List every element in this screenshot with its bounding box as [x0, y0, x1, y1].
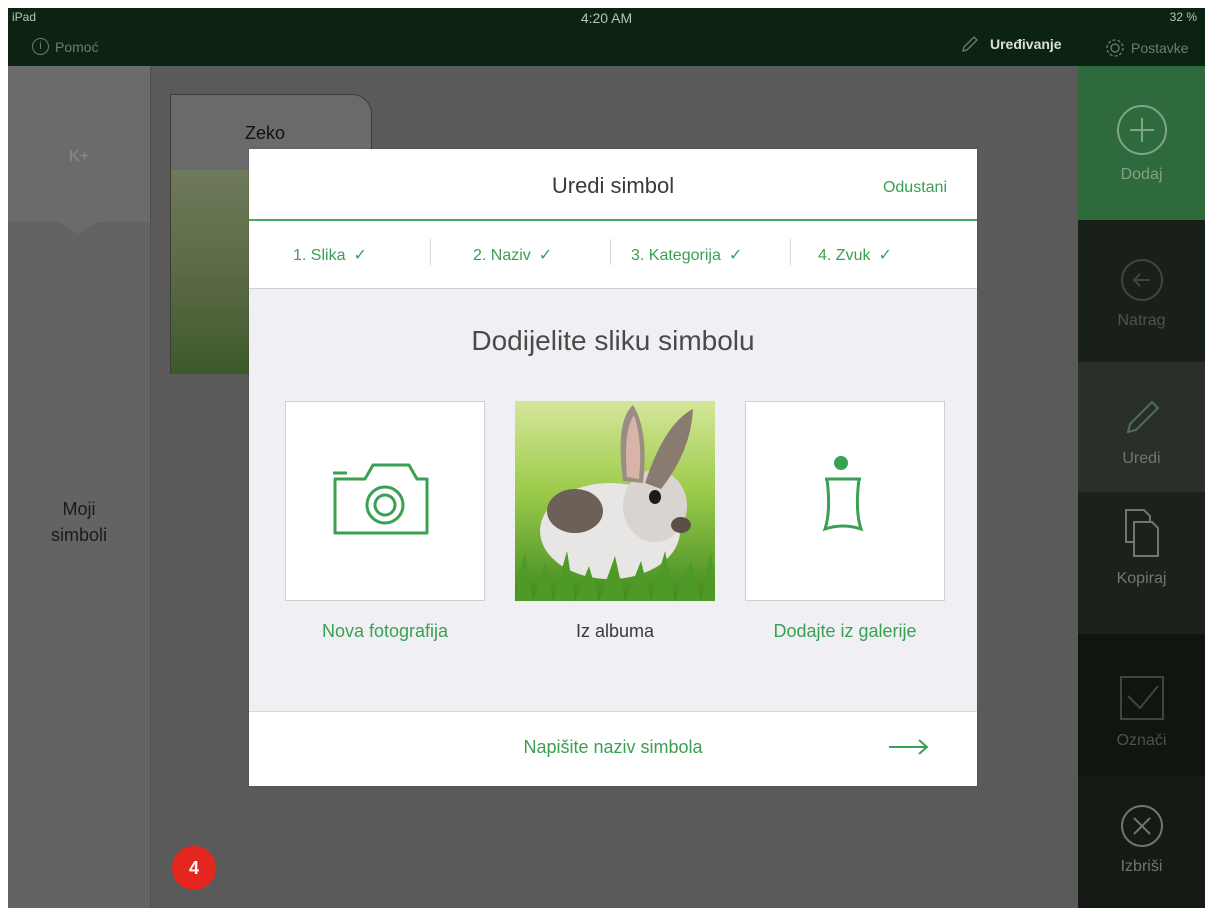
- copy-icon: [1124, 509, 1159, 557]
- action-toolbar: Dodaj Natrag Uredi Kopiraj Označi Izbriš…: [1078, 66, 1205, 908]
- checkmark-icon: ✓: [878, 247, 892, 264]
- plus-circle-icon: [1116, 105, 1167, 155]
- delete-label: Izbriši: [1120, 858, 1163, 875]
- edit-mode-label: Uređivanje: [990, 36, 1062, 52]
- new-photo-label[interactable]: Nova fotografija: [255, 621, 515, 642]
- tab-image[interactable]: 1. Slika ✓: [293, 245, 367, 265]
- step-tabs: 1. Slika ✓ 2. Naziv ✓ 3. Kategorija ✓ 4. Zv…: [249, 221, 977, 289]
- back-label: Natrag: [1117, 312, 1166, 329]
- add-button[interactable]: Dodaj: [1078, 66, 1205, 220]
- gallery-symbol-icon: [822, 456, 864, 532]
- tab-name-label: 2. Naziv: [473, 247, 531, 264]
- next-step-label: Napišite naziv simbola: [523, 737, 703, 757]
- tab-divider: [430, 239, 431, 265]
- battery-level: 32 %: [1169, 10, 1197, 24]
- gallery-label[interactable]: Dodajte iz galerije: [715, 621, 975, 642]
- select-label: Označi: [1116, 732, 1167, 749]
- new-photo-option[interactable]: [285, 401, 485, 601]
- delete-button[interactable]: Izbriši: [1078, 776, 1205, 908]
- cancel-button[interactable]: Odustani: [883, 179, 947, 197]
- arrow-right-icon: [889, 739, 929, 755]
- tab-name[interactable]: 2. Naziv ✓: [473, 245, 552, 265]
- help-label: Pomoć: [55, 38, 99, 55]
- tab-sound[interactable]: 4. Zvuk ✓: [818, 245, 892, 265]
- checkmark-icon: ✓: [538, 247, 553, 264]
- clock: 4:20 AM: [580, 10, 633, 26]
- info-icon: i: [32, 38, 49, 55]
- sidebar-divider: [150, 66, 151, 908]
- gallery-option[interactable]: [745, 401, 945, 601]
- album-label[interactable]: Iz albuma: [485, 621, 745, 642]
- tab-divider: [790, 239, 791, 265]
- help-button[interactable]: i Pomoć: [32, 38, 99, 55]
- dialog-header: Uredi simbol Odustani: [249, 149, 977, 221]
- edit-symbol-dialog: Uredi simbol Odustani 1. Slika ✓ 2. Naziv…: [249, 149, 977, 786]
- copy-label: Kopiraj: [1116, 570, 1167, 587]
- checkbox-icon: [1119, 676, 1164, 720]
- checkmark-icon: ✓: [728, 247, 743, 264]
- category-sidebar: K+ Moji simboli: [8, 66, 150, 908]
- tab-category[interactable]: 3. Kategorija ✓: [631, 245, 742, 265]
- edit-label: Uredi: [1122, 450, 1161, 467]
- camera-icon: [333, 463, 429, 535]
- select-button[interactable]: Označi: [1078, 634, 1205, 776]
- copy-button[interactable]: Kopiraj: [1078, 492, 1205, 634]
- add-label: Dodaj: [1120, 166, 1163, 183]
- album-option[interactable]: [515, 401, 715, 601]
- edit-mode-button[interactable]: Uređivanje: [960, 34, 1062, 54]
- symbol-card-title: Zeko: [245, 123, 286, 143]
- category-k-plus[interactable]: K+: [8, 66, 150, 234]
- status-bar: iPad 4:20 AM 32 % i Pomoć Uređivanje Pos…: [8, 8, 1205, 66]
- arrow-left-circle-icon: [1120, 259, 1163, 301]
- my-symbols-category[interactable]: Moji simboli: [8, 496, 150, 548]
- checkmark-icon: ✓: [353, 247, 367, 264]
- close-circle-icon: [1120, 805, 1163, 847]
- tab-category-label: 3. Kategorija: [631, 247, 721, 264]
- pencil-icon: [962, 36, 978, 52]
- gear-icon: [1106, 39, 1124, 57]
- rabbit-photo: [515, 401, 715, 601]
- tab-sound-label: 4. Zvuk: [818, 247, 871, 264]
- pencil-icon: [1126, 400, 1159, 434]
- settings-button[interactable]: Postavke: [1105, 38, 1189, 58]
- notification-badge: 4: [172, 846, 216, 890]
- tab-divider: [610, 239, 611, 265]
- dialog-heading: Dodijelite sliku simbolu: [471, 325, 755, 356]
- next-step-button[interactable]: Napišite naziv simbola: [249, 711, 977, 786]
- my-symbols-label: Moji simboli: [50, 499, 107, 545]
- tab-image-label: 1. Slika: [293, 247, 346, 264]
- back-button[interactable]: Natrag: [1078, 220, 1205, 362]
- edit-button[interactable]: Uredi: [1078, 362, 1205, 492]
- dialog-title: Uredi simbol: [551, 173, 675, 198]
- settings-label: Postavke: [1131, 40, 1189, 56]
